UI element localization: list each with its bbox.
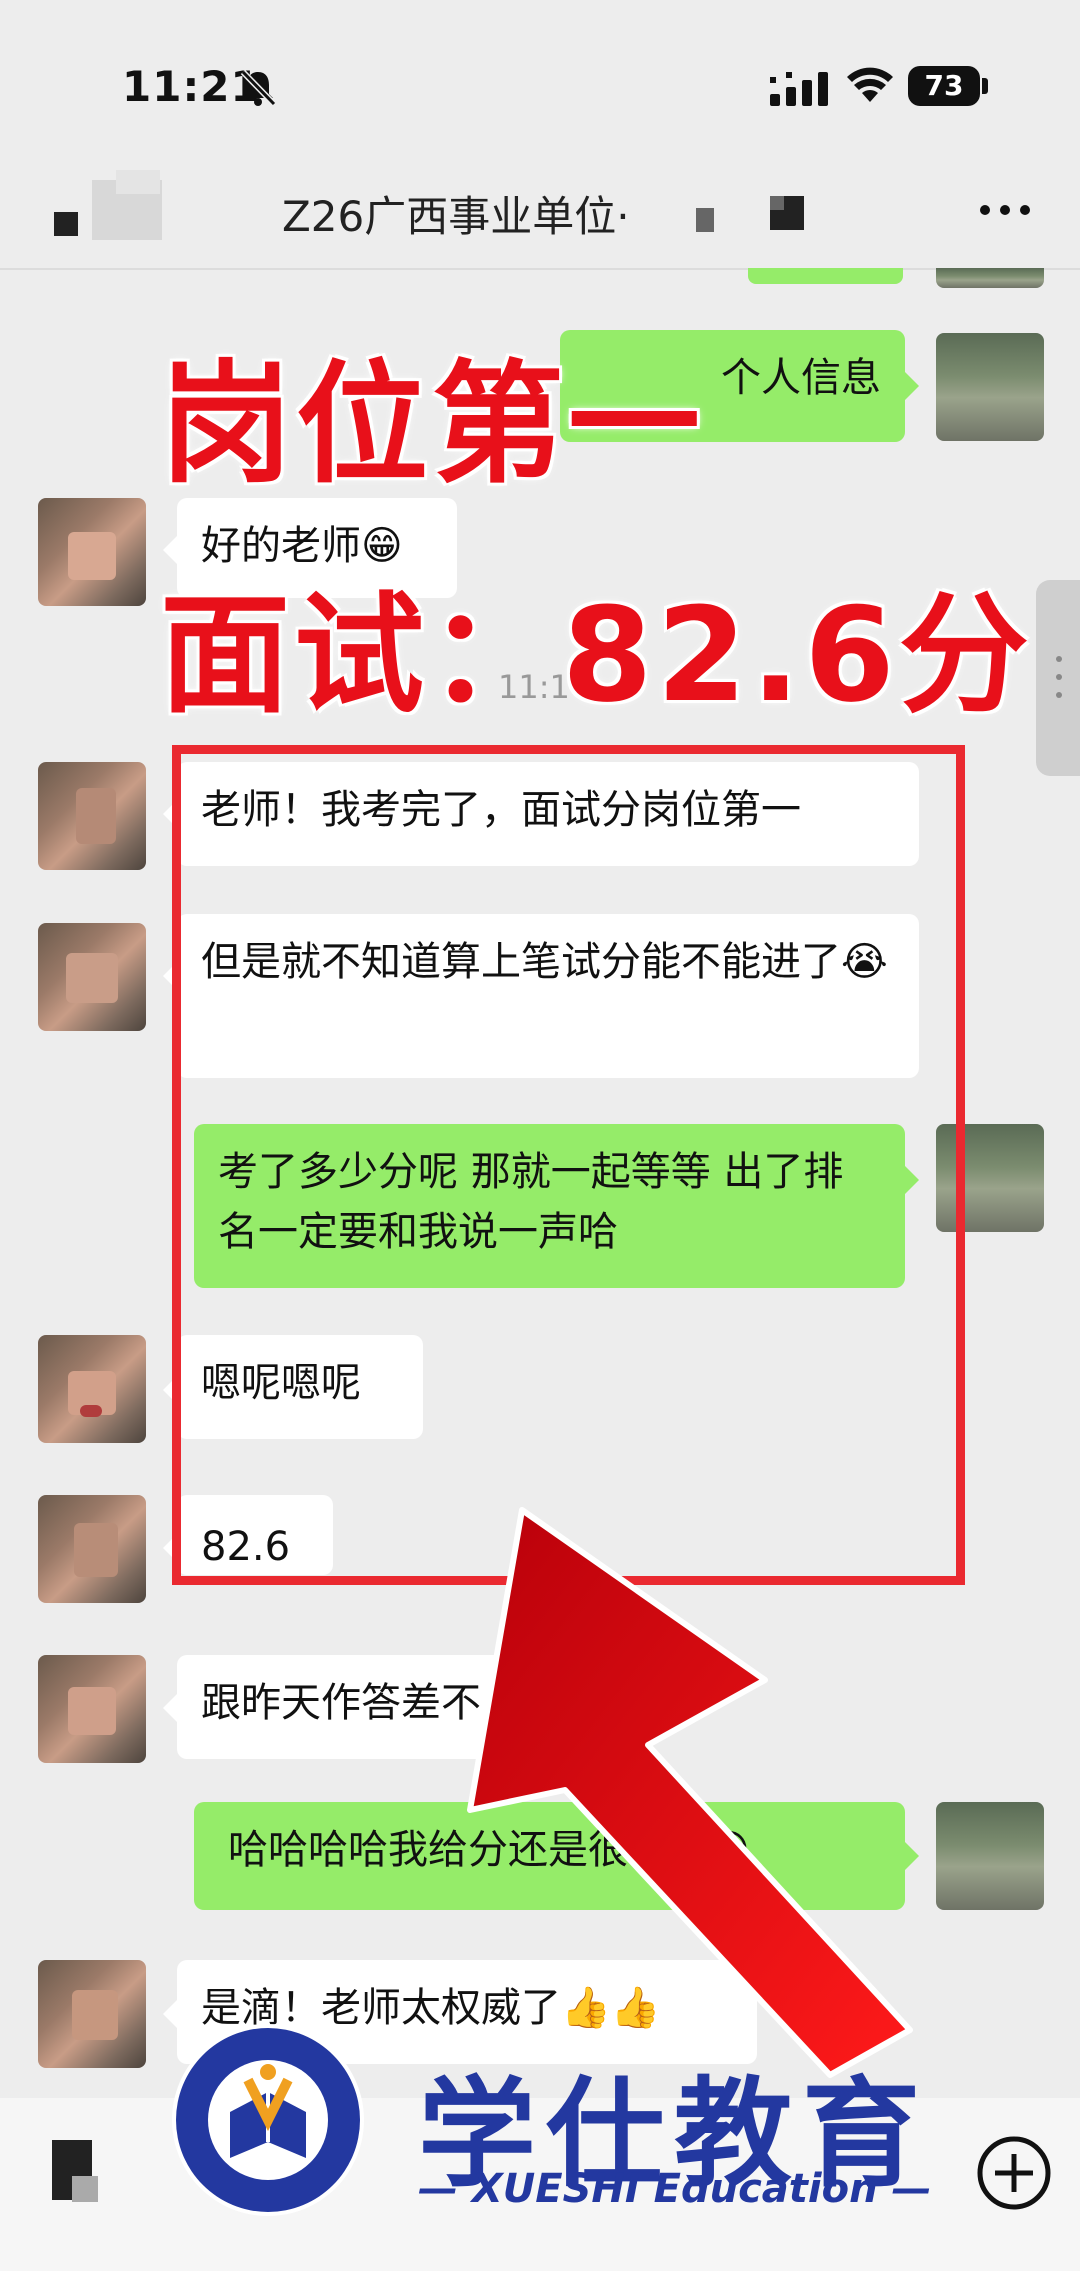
avatar[interactable]	[38, 1960, 146, 2068]
blurred-title-block	[696, 208, 714, 232]
avatar[interactable]	[936, 1802, 1044, 1910]
voice-icon-blur	[72, 2176, 98, 2202]
more-icon[interactable]	[975, 195, 1035, 225]
brand-subtitle: — XUESHI Education —	[418, 2166, 932, 2212]
blurred-avatar-block	[116, 170, 160, 194]
battery-cap	[982, 78, 988, 94]
brand-logo	[172, 2024, 364, 2216]
bell-off-icon	[240, 69, 277, 107]
plus-icon[interactable]	[975, 2134, 1053, 2212]
partial-bubble	[748, 268, 903, 284]
battery-icon: 73	[908, 66, 980, 106]
overlay-score: 面试：82.6分	[160, 579, 1033, 731]
message-text: 跟昨天作答差不	[201, 1680, 481, 1726]
highlight-box	[172, 745, 965, 1585]
message-text: 个人信息	[721, 355, 881, 401]
overlay-heading: 岗位第一	[160, 348, 704, 502]
avatar[interactable]	[38, 1495, 146, 1603]
message-bubble[interactable]: 哈哈哈哈我给分还是很…的😁	[194, 1802, 905, 1910]
avatar[interactable]	[38, 1655, 146, 1763]
message-bubble[interactable]: 跟昨天作答差不	[177, 1655, 537, 1759]
avatar[interactable]	[38, 762, 146, 870]
avatar[interactable]	[38, 1335, 146, 1443]
avatar[interactable]	[38, 923, 146, 1031]
avatar[interactable]	[936, 333, 1044, 441]
header-divider	[0, 268, 1080, 270]
avatar[interactable]	[38, 498, 146, 606]
bubble-tail	[905, 372, 919, 400]
avatar	[936, 268, 1044, 288]
chat-title: Z26广西事业单位·	[282, 192, 630, 241]
scroll-handle[interactable]	[1036, 580, 1080, 776]
message-text: 哈哈哈哈我给分还是很…的😁	[228, 1827, 750, 1873]
wifi-icon	[847, 67, 893, 102]
bubble-tail	[905, 1842, 919, 1870]
bubble-tail	[163, 1694, 177, 1722]
signal-icon	[770, 72, 828, 106]
back-icon[interactable]	[54, 212, 78, 236]
blurred-title-block	[770, 196, 784, 210]
